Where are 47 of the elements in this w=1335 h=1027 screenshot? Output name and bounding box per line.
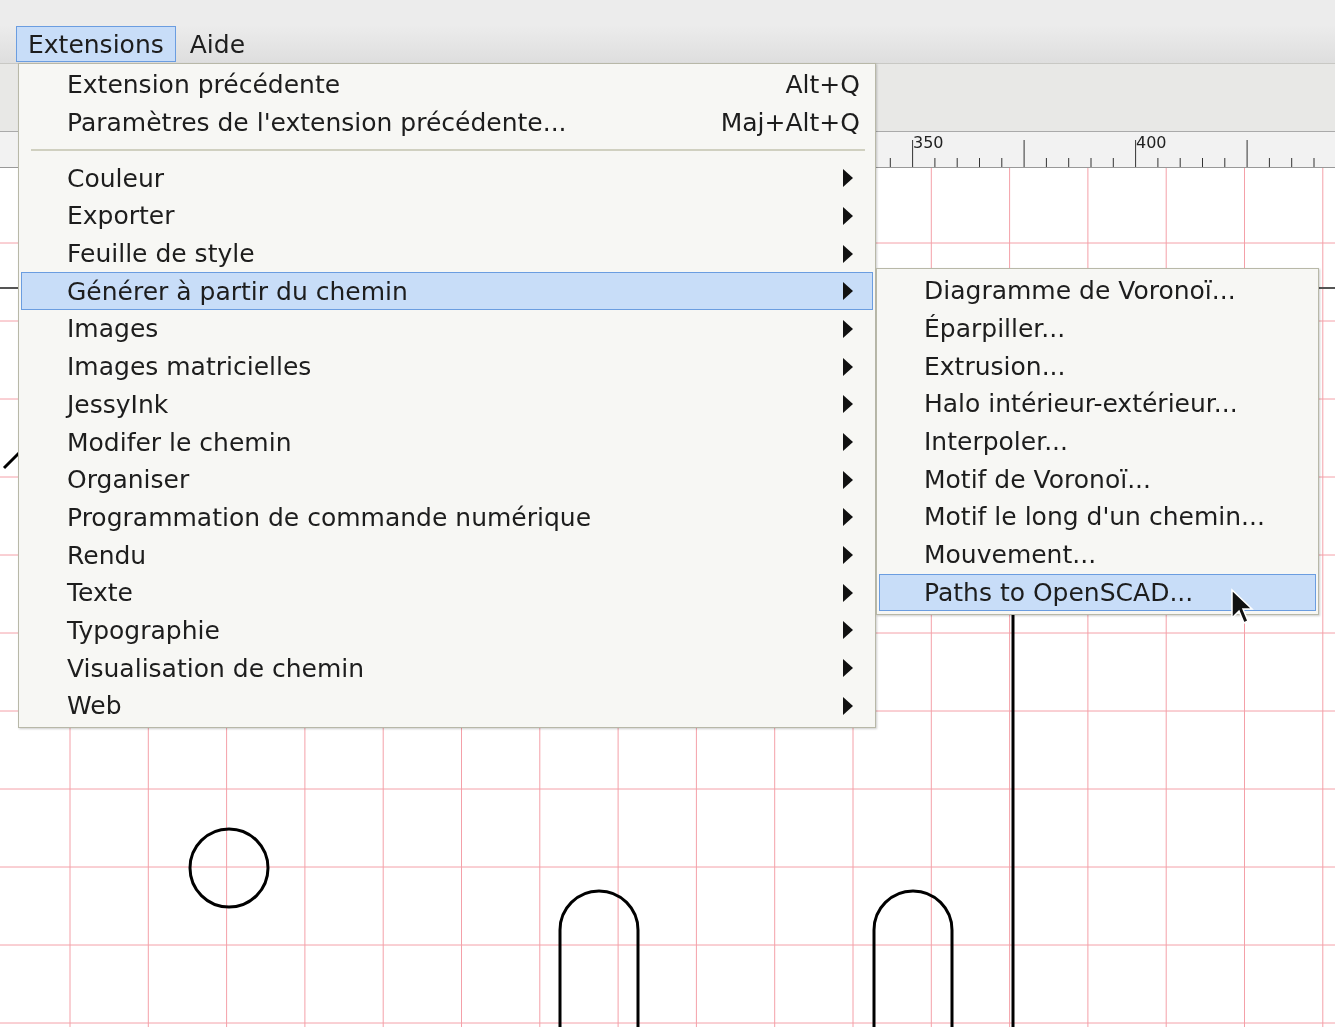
shortcut-label: Alt+Q <box>785 70 860 100</box>
submenu-arrow-icon <box>842 469 854 490</box>
menu-item[interactable]: Couleur <box>21 159 873 198</box>
submenu-arrow-icon <box>842 281 854 302</box>
submenu-arrow-icon <box>842 695 854 716</box>
menu-item[interactable]: Feuille de style <box>21 234 873 273</box>
submenu-arrow-icon <box>842 432 854 453</box>
submenu-arrow-icon <box>842 243 854 264</box>
submenu-arrow-icon <box>842 507 854 528</box>
menu-item[interactable]: Motif le long d'un chemin... <box>879 498 1316 536</box>
submenu-arrow-icon <box>842 582 854 603</box>
menu-item[interactable]: Paramètres de l'extension précédente... Maj+Alt+Q <box>21 103 873 142</box>
menu-item[interactable]: Extension précédente Alt+Q <box>21 66 873 104</box>
menu-item[interactable]: Modifer le chemin <box>21 423 873 461</box>
submenu-arrow-icon <box>842 545 854 566</box>
menu-item[interactable]: Texte <box>21 573 873 612</box>
menu-item[interactable]: Organiser <box>21 460 873 499</box>
menu-item[interactable]: Visualisation de chemin <box>21 649 873 687</box>
submenu-arrow-icon <box>842 205 854 226</box>
submenu-arrow-icon <box>842 356 854 377</box>
submenu-arrow-icon <box>842 394 854 415</box>
menu-item[interactable]: Images matricielles <box>21 347 873 386</box>
menu-item[interactable]: Interpoler... <box>879 422 1316 461</box>
menu-item[interactable]: Générer à partir du chemin <box>21 272 873 311</box>
menu-item[interactable]: Web <box>21 687 873 725</box>
menu-item[interactable]: Typographie <box>21 611 873 650</box>
submenu-arrow-icon <box>842 620 854 641</box>
menu-item[interactable]: Programmation de commande numérique <box>21 498 873 537</box>
menu-item[interactable]: Éparpiller... <box>879 309 1316 348</box>
menu-item[interactable]: Images <box>21 310 873 348</box>
menu-item[interactable]: JessyInk <box>21 385 873 424</box>
ruler-label: 400 <box>1136 133 1167 152</box>
menu-bar-item[interactable]: Extensions <box>16 26 176 62</box>
menu-item[interactable]: Motif de Voronoï... <box>879 460 1316 499</box>
menu-item[interactable]: Halo intérieur-extérieur... <box>879 385 1316 423</box>
submenu-arrow-icon <box>842 318 854 339</box>
menu-item[interactable]: Mouvement... <box>879 535 1316 574</box>
submenu-arrow-icon <box>842 658 854 679</box>
menu-item[interactable]: Exporter <box>21 197 873 235</box>
menu-item[interactable]: Diagramme de Voronoï... <box>879 272 1316 310</box>
submenu-arrow-icon <box>842 168 854 189</box>
ruler-label: 350 <box>913 133 944 152</box>
menu-item[interactable]: Rendu <box>21 536 873 574</box>
menu-item[interactable]: Extrusion... <box>879 347 1316 386</box>
shortcut-label: Maj+Alt+Q <box>720 108 860 138</box>
menu-item[interactable]: Paths to OpenSCAD... <box>879 573 1316 612</box>
menu-bar-item[interactable]: Aide <box>177 26 258 62</box>
